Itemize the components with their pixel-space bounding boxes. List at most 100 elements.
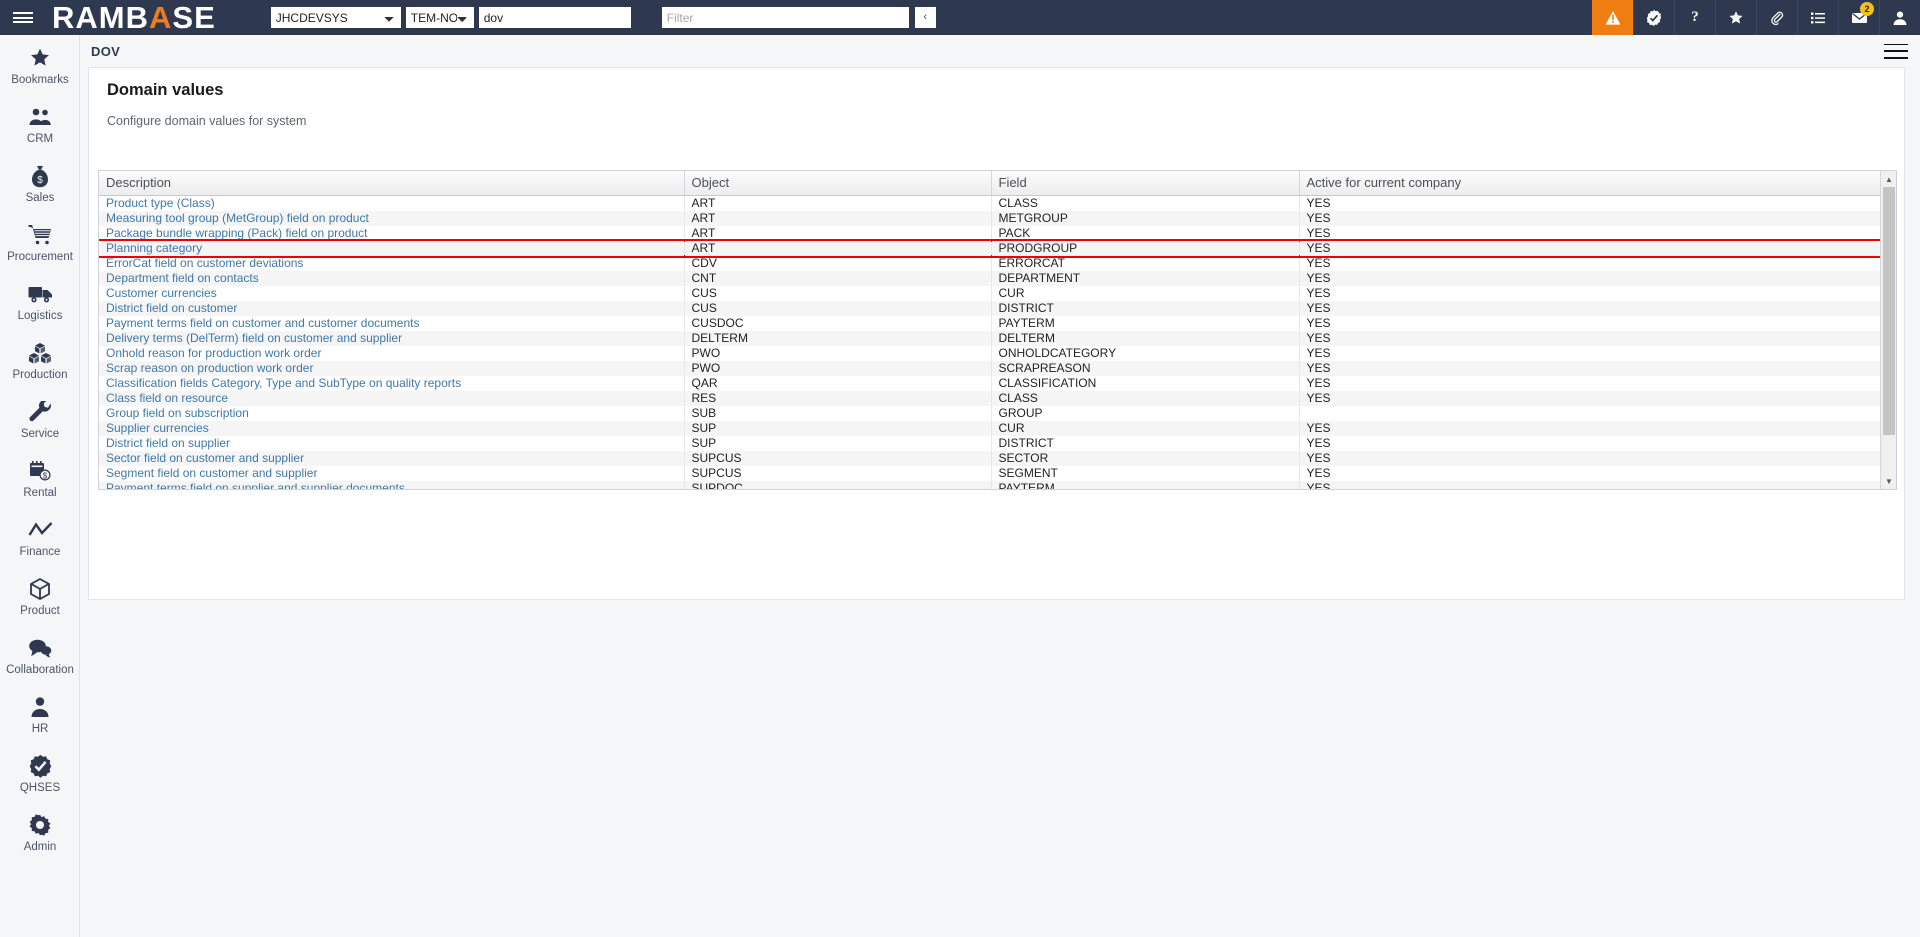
sidebar-item-crm[interactable]: CRM — [0, 94, 80, 153]
description-link[interactable]: Class field on resource — [106, 391, 228, 405]
description-link[interactable]: Payment terms field on customer and cust… — [106, 316, 419, 330]
description-link[interactable]: Sector field on customer and supplier — [106, 451, 304, 465]
table-row[interactable]: Onhold reason for production work order P… — [99, 346, 1881, 361]
table-row[interactable]: ErrorCat field on customer deviations CDV… — [99, 256, 1881, 271]
description-link[interactable]: District field on customer — [106, 301, 237, 315]
warning-icon[interactable] — [1592, 0, 1633, 35]
cell-field: METGROUP — [991, 211, 1299, 226]
sidebar-item-collaboration[interactable]: Collaboration — [0, 625, 80, 684]
cell-object: PWO — [684, 346, 991, 361]
column-header-field[interactable]: Field — [991, 171, 1299, 196]
description-link[interactable]: Supplier currencies — [106, 421, 209, 435]
description-link[interactable]: Department field on contacts — [106, 271, 259, 285]
table-row[interactable]: Supplier currenciesSUPCURYES — [99, 421, 1881, 436]
sidebar-item-production[interactable]: Production — [0, 330, 80, 389]
description-link[interactable]: Scrap reason on production work order — [106, 361, 313, 375]
sidebar-item-label: Procurement — [0, 251, 80, 263]
user-icon[interactable] — [1879, 0, 1920, 35]
cell-object: RES — [684, 391, 991, 406]
cell-description: Customer currencies — [99, 286, 684, 301]
person-icon — [0, 694, 80, 720]
scroll-down-icon[interactable]: ▼ — [1881, 473, 1897, 489]
star-icon[interactable] — [1715, 0, 1756, 35]
table-row[interactable]: Package bundle wrapping (Pack) field on … — [99, 226, 1881, 241]
document-search-input[interactable] — [479, 7, 631, 28]
sidebar-item-logistics[interactable]: Logistics — [0, 271, 80, 330]
table-row[interactable]: Group field on subscriptionSUBGROUP — [99, 406, 1881, 421]
description-link[interactable]: Payment terms field on supplier and supp… — [106, 481, 405, 490]
breadcrumb-bar: DOV — [80, 35, 1920, 67]
company-select[interactable]: JHCDEVSYS — [271, 7, 401, 28]
sidebar-item-finance[interactable]: Finance — [0, 507, 80, 566]
cell-field: SECTOR — [991, 451, 1299, 466]
sidebar-item-label: Sales — [0, 192, 80, 204]
description-link[interactable]: ErrorCat field on customer deviations — [106, 256, 303, 270]
scrollbar-thumb[interactable] — [1883, 187, 1895, 435]
check-badge-icon[interactable] — [1633, 0, 1674, 35]
description-link[interactable]: Customer currencies — [106, 286, 217, 300]
table-row[interactable]: Planning categoryARTPRODGROUPYES — [99, 241, 1881, 256]
filter-input[interactable] — [662, 7, 909, 28]
cell-field: SEGMENT — [991, 466, 1299, 481]
sidebar-item-admin[interactable]: Admin — [0, 802, 80, 861]
table-row[interactable]: District field on customerCUSDISTRICTYES — [99, 301, 1881, 316]
help-icon[interactable]: ? — [1674, 0, 1715, 35]
grid-vertical-scrollbar[interactable]: ▲ ▼ — [1880, 171, 1896, 489]
domain-values-grid: Description Object Field Active for curr… — [98, 170, 1897, 490]
table-row[interactable]: District field on supplierSUPDISTRICTYES — [99, 436, 1881, 451]
sidebar-item-procurement[interactable]: Procurement — [0, 212, 80, 271]
table-row[interactable]: Department field on contactsCNTDEPARTMEN… — [99, 271, 1881, 286]
sidebar-item-qhses[interactable]: QHSES — [0, 743, 80, 802]
column-header-object[interactable]: Object — [684, 171, 991, 196]
table-row[interactable]: Segment field on customer and supplierSU… — [99, 466, 1881, 481]
table-row[interactable]: Delivery terms (DelTerm) field on custom… — [99, 331, 1881, 346]
table-row[interactable]: Measuring tool group (MetGroup) field on… — [99, 211, 1881, 226]
envelope-icon[interactable]: 2 — [1838, 0, 1879, 35]
sidebar-item-hr[interactable]: HR — [0, 684, 80, 743]
table-row[interactable]: Sector field on customer and supplierSUP… — [99, 451, 1881, 466]
table-row[interactable]: Payment terms field on customer and cust… — [99, 316, 1881, 331]
paperclip-icon[interactable] — [1756, 0, 1797, 35]
cell-object: CDV — [684, 256, 991, 271]
table-row[interactable]: Classification fields Category, Type and… — [99, 376, 1881, 391]
global-menu-icon[interactable] — [0, 0, 46, 35]
description-link[interactable]: Product type (Class) — [106, 196, 215, 210]
description-link[interactable]: Measuring tool group (MetGroup) field on… — [106, 211, 369, 225]
table-row[interactable]: Product type (Class)ARTCLASSYES — [99, 196, 1881, 212]
cell-field: ERRORCAT — [991, 256, 1299, 271]
cell-description: Department field on contacts — [99, 271, 684, 286]
column-header-active[interactable]: Active for current company — [1299, 171, 1881, 196]
cell-object: SUB — [684, 406, 991, 421]
column-header-description[interactable]: Description — [99, 171, 684, 196]
description-link[interactable]: Group field on subscription — [106, 406, 249, 420]
table-row[interactable]: Payment terms field on supplier and supp… — [99, 481, 1881, 490]
description-link[interactable]: Planning category — [106, 241, 202, 255]
description-link[interactable]: Package bundle wrapping (Pack) field on … — [106, 226, 368, 240]
table-row[interactable]: Customer currenciesCUSCURYES — [99, 286, 1881, 301]
star-icon — [0, 45, 80, 71]
sidebar-item-sales[interactable]: $ Sales — [0, 153, 80, 212]
sidebar-item-rental[interactable]: $ Rental — [0, 448, 80, 507]
scroll-up-icon[interactable]: ▲ — [1881, 171, 1897, 187]
description-link[interactable]: Segment field on customer and supplier — [106, 466, 317, 480]
cell-active: YES — [1299, 451, 1881, 466]
description-link[interactable]: Classification fields Category, Type and… — [106, 376, 461, 390]
sidebar-item-product[interactable]: Product — [0, 566, 80, 625]
sidebar-item-bookmarks[interactable]: Bookmarks — [0, 35, 80, 94]
page-subtitle: Configure domain values for system — [89, 100, 1904, 128]
document-type-select[interactable]: TEM-NO — [406, 7, 474, 28]
description-link[interactable]: Delivery terms (DelTerm) field on custom… — [106, 331, 402, 345]
list-icon[interactable] — [1797, 0, 1838, 35]
table-row[interactable]: Scrap reason on production work orderPWO… — [99, 361, 1881, 376]
table-row[interactable]: Class field on resourceRESCLASSYES — [99, 391, 1881, 406]
description-link[interactable]: District field on supplier — [106, 436, 230, 450]
collapse-button[interactable]: ‹ — [915, 7, 936, 28]
cell-field: PAYTERM — [991, 316, 1299, 331]
gear-icon — [0, 812, 80, 838]
svg-text:$: $ — [37, 175, 43, 186]
page-menu-icon[interactable] — [1884, 41, 1908, 61]
description-link[interactable]: Onhold reason for production work order — [106, 346, 321, 360]
cell-object: CNT — [684, 271, 991, 286]
sidebar-item-service[interactable]: Service — [0, 389, 80, 448]
cell-active: YES — [1299, 226, 1881, 241]
